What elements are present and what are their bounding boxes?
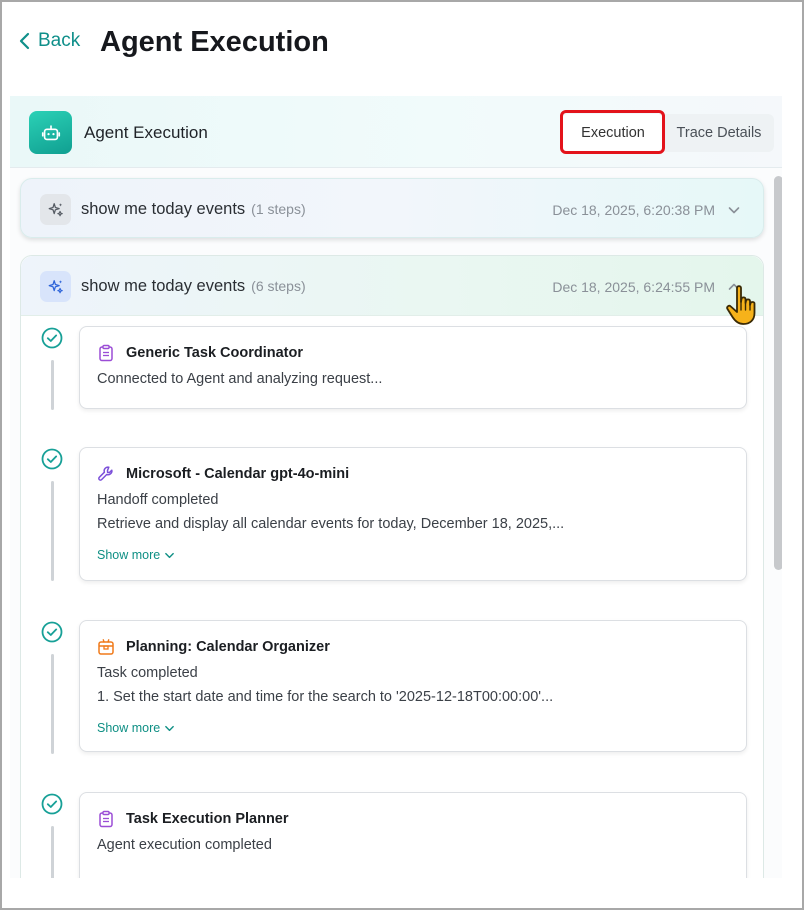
step-status: Connected to Agent and analyzing request… xyxy=(97,371,383,387)
step-detail: Retrieve and display all calendar events… xyxy=(97,516,565,532)
step-title: Task Execution Planner xyxy=(126,811,289,827)
sparkles-icon xyxy=(40,194,71,225)
tab-trace-details[interactable]: Trace Details xyxy=(664,114,774,152)
panel-header: Agent Execution Execution Trace Details xyxy=(10,96,782,168)
timeline-connector xyxy=(51,654,54,754)
timeline-connector xyxy=(51,481,54,581)
run-header[interactable]: show me today events (6 steps) Dec 18, 20… xyxy=(21,256,763,316)
step-title: Microsoft - Calendar gpt-4o-mini xyxy=(126,466,350,482)
show-more-button[interactable]: Show more xyxy=(97,721,175,735)
step-card[interactable]: Task Execution Planner Agent execution c… xyxy=(79,792,747,878)
run-card-expanded: show me today events (6 steps) Dec 18, 20… xyxy=(20,255,764,878)
step-card[interactable]: Planning: Calendar Organizer Task comple… xyxy=(79,620,747,752)
show-more-label: Show more xyxy=(97,548,161,562)
show-more-label: Show more xyxy=(97,721,161,735)
check-circle-icon xyxy=(41,793,63,815)
step-status: Agent execution completed xyxy=(97,837,272,853)
runs-scroll-area[interactable]: show me today events (1 steps) Dec 18, 20… xyxy=(10,168,782,878)
run-title-text: show me today events xyxy=(81,200,246,218)
sparkles-icon xyxy=(40,271,71,302)
step-card[interactable]: Microsoft - Calendar gpt-4o-mini Handoff… xyxy=(79,447,747,581)
timeline-connector xyxy=(51,826,54,878)
page-title: Agent Execution xyxy=(100,26,329,58)
back-button[interactable]: Back xyxy=(18,30,80,52)
show-more-button[interactable]: Show more xyxy=(97,548,175,562)
wrench-icon xyxy=(98,466,113,481)
check-circle-icon xyxy=(41,327,63,349)
scrollbar-thumb[interactable] xyxy=(774,176,782,570)
step-detail: 1. Set the start date and time for the s… xyxy=(97,689,554,705)
tab-execution[interactable]: Execution xyxy=(562,114,664,152)
run-timestamp: Dec 18, 2025, 6:24:55 PM xyxy=(552,279,715,295)
step-title: Generic Task Coordinator xyxy=(126,345,303,361)
run-steps-count: (1 steps) xyxy=(251,201,306,217)
step-card[interactable]: Generic Task Coordinator Connected to Ag… xyxy=(79,326,747,409)
run-steps-count: (6 steps) xyxy=(251,278,306,294)
execution-panel: Agent Execution Execution Trace Details … xyxy=(10,96,782,878)
run-title: show me today events (6 steps) xyxy=(81,277,306,296)
scrollbar[interactable] xyxy=(772,176,782,878)
hand-cursor-icon xyxy=(726,285,756,325)
step-title: Planning: Calendar Organizer xyxy=(126,639,330,655)
package-icon xyxy=(98,639,114,655)
chevron-left-icon xyxy=(19,32,30,50)
clipboard-icon xyxy=(99,810,113,828)
run-timestamp: Dec 18, 2025, 6:20:38 PM xyxy=(552,202,715,218)
run-title: show me today events (1 steps) xyxy=(81,200,306,219)
chevron-down-icon xyxy=(165,725,175,731)
step-status: Task completed xyxy=(97,665,198,681)
chevron-down-icon xyxy=(165,552,175,558)
step-status: Handoff completed xyxy=(97,492,219,508)
run-card-collapsed[interactable]: show me today events (1 steps) Dec 18, 20… xyxy=(20,178,764,238)
view-tabs: Execution Trace Details xyxy=(562,114,774,152)
timeline-connector xyxy=(51,360,54,410)
chevron-down-icon[interactable] xyxy=(727,203,741,217)
run-title-text: show me today events xyxy=(81,277,246,295)
back-label: Back xyxy=(38,30,81,51)
check-circle-icon xyxy=(41,448,63,470)
clipboard-icon xyxy=(99,344,113,362)
panel-title: Agent Execution xyxy=(84,123,208,142)
check-circle-icon xyxy=(41,621,63,643)
robot-icon xyxy=(29,111,72,154)
